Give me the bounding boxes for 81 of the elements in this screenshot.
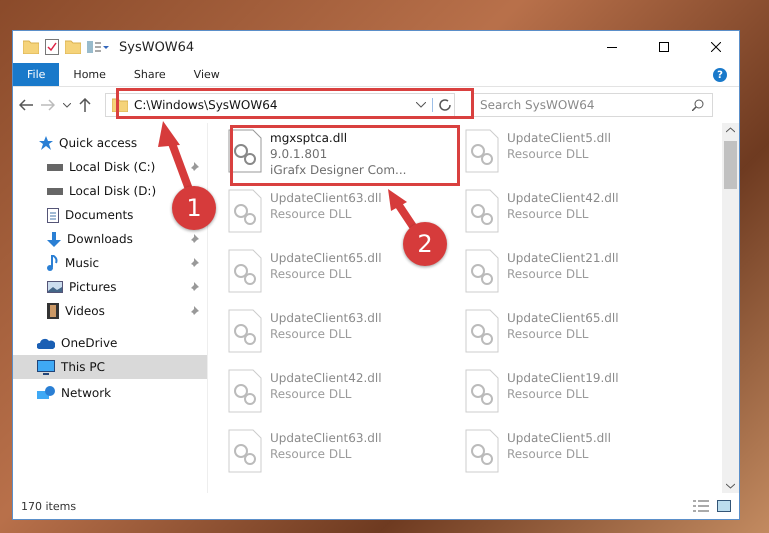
sidebar-item[interactable]: Quick access <box>13 131 207 155</box>
file-detail: iGrafx Designer Com... <box>270 163 406 177</box>
scroll-up-icon[interactable] <box>726 127 735 133</box>
cloud-icon <box>37 338 55 348</box>
file-detail: Resource DLL <box>507 447 588 461</box>
address-bar[interactable]: C:\Windows\SysWOW64 <box>105 93 455 117</box>
file-detail: Resource DLL <box>507 267 588 281</box>
sidebar-item[interactable]: This PC <box>13 355 207 379</box>
pin-icon[interactable] <box>189 306 199 316</box>
music-note-icon <box>47 255 59 271</box>
ribbon-tab[interactable]: Share <box>120 63 180 86</box>
file-detail: 9.0.1.801 <box>270 147 328 161</box>
file-detail: Resource DLL <box>270 207 352 221</box>
sidebar-item[interactable]: Documents <box>43 205 138 225</box>
help-button[interactable]: ? <box>713 68 727 82</box>
caret-icon[interactable] <box>63 102 71 108</box>
file-detail: Resource DLL <box>507 147 588 161</box>
pin-icon[interactable] <box>189 282 199 292</box>
pin-icon[interactable] <box>189 234 199 244</box>
file-detail: Resource DLL <box>270 267 352 281</box>
sidebar-item[interactable]: OneDrive <box>13 331 207 355</box>
gear-file-icon <box>228 249 262 293</box>
monitor-icon <box>37 360 55 374</box>
ribbon-tab[interactable]: File <box>13 63 60 86</box>
sidebar-item[interactable]: Videos <box>43 301 109 321</box>
caret-icon[interactable] <box>416 102 426 108</box>
pin-icon[interactable] <box>189 162 199 172</box>
sidebar-item[interactable]: Music <box>43 253 104 273</box>
search-field[interactable]: Search SysWOW64 <box>471 93 713 117</box>
download-arrow-icon <box>47 232 61 246</box>
gear-file-icon <box>465 189 499 233</box>
sidebar-item[interactable]: Downloads <box>43 229 137 249</box>
document-icon <box>47 208 59 222</box>
gear-file-icon <box>465 129 499 173</box>
picture-icon <box>47 281 63 293</box>
folder-icon <box>23 40 39 54</box>
file-detail: Resource DLL <box>507 387 588 401</box>
file-detail: Resource DLL <box>507 207 588 221</box>
details-view-icon[interactable] <box>693 500 709 512</box>
gear-file-icon <box>228 429 262 473</box>
properties-icon[interactable] <box>87 40 109 54</box>
gear-file-icon <box>228 129 262 173</box>
maximize-icon <box>659 42 669 52</box>
up-arrow-icon[interactable] <box>79 98 91 112</box>
gear-file-icon <box>228 369 262 413</box>
film-icon <box>47 303 59 319</box>
checklist-icon[interactable] <box>45 39 59 55</box>
annotation-arrow <box>388 189 418 230</box>
ribbon-tab[interactable]: View <box>180 63 234 86</box>
scroll-down-icon[interactable] <box>726 483 735 489</box>
sidebar-item[interactable]: Network <box>13 381 207 405</box>
file-detail: Resource DLL <box>270 327 352 341</box>
gear-file-icon <box>465 369 499 413</box>
back-arrow-icon[interactable] <box>19 99 33 111</box>
network-icon <box>37 386 55 400</box>
item-count: 170 items <box>21 500 78 512</box>
gear-file-icon <box>465 429 499 473</box>
minimize-icon <box>607 46 617 48</box>
gear-file-icon <box>465 249 499 293</box>
gear-file-icon <box>228 189 262 233</box>
drive-icon <box>47 188 63 194</box>
large-icons-view-icon[interactable] <box>717 500 731 512</box>
folder-icon <box>65 40 81 54</box>
file-detail: Resource DLL <box>270 447 352 461</box>
file-detail: Resource DLL <box>507 327 588 341</box>
ribbon-tab[interactable]: Home <box>59 63 120 86</box>
window-title: SysWOW64 <box>119 40 196 54</box>
pin-icon[interactable] <box>189 258 199 268</box>
gear-file-icon <box>465 309 499 353</box>
sidebar-item[interactable]: Local Disk (C:) <box>43 157 160 177</box>
file-detail: Resource DLL <box>270 387 352 401</box>
search-icon <box>692 99 704 111</box>
sidebar-item[interactable]: Pictures <box>43 277 121 297</box>
file-name[interactable]: mgxsptca.dll <box>270 131 348 145</box>
sidebar-item[interactable]: Local Disk (D:) <box>43 181 160 201</box>
gear-file-icon <box>228 309 262 353</box>
scrollbar-thumb[interactable] <box>724 141 737 189</box>
close-icon <box>711 42 721 52</box>
scrollbar[interactable] <box>722 123 739 493</box>
star-icon <box>39 136 53 150</box>
drive-icon <box>47 164 63 170</box>
